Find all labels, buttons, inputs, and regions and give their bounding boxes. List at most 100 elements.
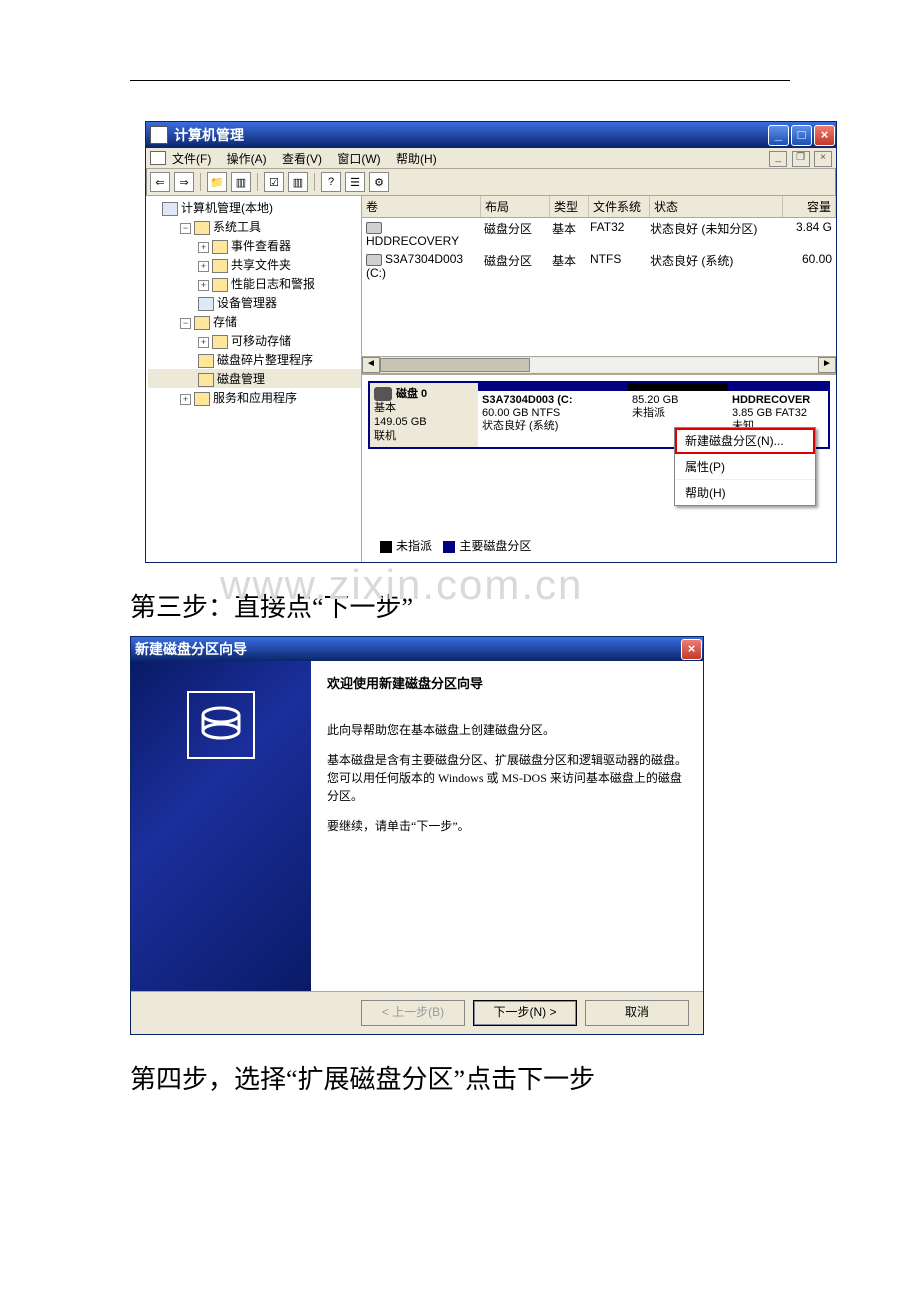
menu-properties[interactable]: 属性(P) [675,454,815,480]
col-status[interactable]: 状态 [650,196,783,217]
table-row[interactable]: HDDRECOVERY 磁盘分区 基本 FAT32 状态良好 (未知分区) 3.… [362,218,836,250]
tree-systools[interactable]: 系统工具 [213,220,261,234]
tree-perf[interactable]: 性能日志和警报 [231,277,315,291]
collapse-icon[interactable]: − [180,318,191,329]
cell-fs: NTFS [586,251,646,281]
tree-services[interactable]: 服务和应用程序 [213,391,297,405]
p2-status: 未指派 [632,407,665,419]
cell-layout: 磁盘分区 [480,219,548,249]
maximize-button[interactable]: □ [791,125,812,146]
p3-fs: 3.85 GB FAT32 [732,407,807,419]
p3-name: HDDRECOVER [732,394,810,406]
list-icon[interactable]: ☰ [345,172,365,192]
tree-root[interactable]: 计算机管理(本地) [181,201,273,215]
wizard-close-button[interactable]: × [681,639,702,660]
cell-vol: HDDRECOVERY [366,234,459,248]
wizard-p1: 此向导帮助您在基本磁盘上创建磁盘分区。 [327,721,687,739]
legend-primary: 主要磁盘分区 [459,539,531,553]
tree-diskmgmt[interactable]: 磁盘管理 [217,372,265,386]
disk-kind: 基本 [374,402,396,414]
expand-icon[interactable]: + [198,242,209,253]
menu-view[interactable]: 查看(V) [282,152,322,166]
disk-icon [374,387,392,401]
wizard-title: 新建磁盘分区向导 [135,639,247,659]
scroll-thumb[interactable] [380,358,530,372]
tree-pane[interactable]: 计算机管理(本地) − 系统工具 + 事件查看器 + 共享文件夹 + 性能日志和警报 设… [146,196,362,562]
volume-icon [366,222,382,234]
tree-eventviewer[interactable]: 事件查看器 [231,239,291,253]
cell-fs: FAT32 [586,219,646,249]
removable-icon [212,335,228,349]
mdi-menubar: 文件(F) 操作(A) 查看(V) 窗口(W) 帮助(H) _ ❐ × [146,148,836,169]
col-fs[interactable]: 文件系统 [589,196,650,217]
collapse-icon[interactable]: − [180,223,191,234]
mdi-restore-button[interactable]: ❐ [792,151,810,167]
wizard-titlebar[interactable]: 新建磁盘分区向导 × [131,637,703,661]
show-hide-tree-icon[interactable]: ▥ [231,172,251,192]
cell-status: 状态良好 (未知分区) [646,219,784,249]
mdi-min-button[interactable]: _ [769,151,787,167]
up-folder-icon[interactable]: 📁 [207,172,227,192]
perf-icon [212,278,228,292]
services-icon [194,392,210,406]
refresh-icon[interactable]: ▥ [288,172,308,192]
expand-icon[interactable]: + [198,337,209,348]
properties-icon[interactable]: ☑ [264,172,284,192]
event-icon [212,240,228,254]
tree-devmgr[interactable]: 设备管理器 [217,296,277,310]
defrag-icon [198,354,214,368]
col-type[interactable]: 类型 [550,196,589,217]
expand-icon[interactable]: + [180,394,191,405]
help-icon[interactable]: ? [321,172,341,192]
settings-icon[interactable]: ⚙ [369,172,389,192]
context-menu: 新建磁盘分区(N)... 属性(P) 帮助(H) [674,427,816,506]
tree-shared[interactable]: 共享文件夹 [231,258,291,272]
right-pane: 卷 布局 类型 文件系统 状态 容量 HDDRECOVERY 磁盘分区 基本 F… [362,196,836,562]
menu-new-partition[interactable]: 新建磁盘分区(N)... [675,428,815,454]
volume-icon [366,254,382,266]
col-layout[interactable]: 布局 [481,196,550,217]
wizard-cancel-button[interactable]: 取消 [585,1000,689,1026]
app-icon [150,126,168,144]
wizard-p2: 基本磁盘是含有主要磁盘分区、扩展磁盘分区和逻辑驱动器的磁盘。您可以用任何版本的 … [327,751,687,805]
mdi-close-button[interactable]: × [814,151,832,167]
scroll-left-icon[interactable]: ◄ [362,357,380,373]
table-row[interactable]: S3A7304D003 (C:) 磁盘分区 基本 NTFS 状态良好 (系统) … [362,250,836,282]
col-capacity[interactable]: 容量 [783,196,836,217]
titlebar[interactable]: 计算机管理 _ □ × [146,122,836,148]
expand-icon[interactable]: + [198,261,209,272]
wizard-next-button[interactable]: 下一步(N) > [473,1000,577,1026]
menu-help[interactable]: 帮助(H) [396,152,437,166]
menu-action[interactable]: 操作(A) [227,152,267,166]
minimize-button[interactable]: _ [768,125,789,146]
h-scrollbar[interactable]: ◄ ► [362,356,836,373]
wizard-back-button: < 上一步(B) [361,1000,465,1026]
tree-removable[interactable]: 可移动存储 [231,334,291,348]
tree-storage[interactable]: 存储 [213,315,237,329]
cell-type: 基本 [548,219,586,249]
expand-icon[interactable]: + [198,280,209,291]
disk-map: 磁盘 0 基本 149.05 GB 联机 S3A7304D003 (C: 60.… [362,373,836,562]
computer-icon [162,202,178,216]
disk-label: 磁盘 0 [396,388,427,400]
volume-list-body: HDDRECOVERY 磁盘分区 基本 FAT32 状态良好 (未知分区) 3.… [362,218,836,282]
disk-info[interactable]: 磁盘 0 基本 149.05 GB 联机 [370,383,478,447]
menu-file[interactable]: 文件(F) [172,152,211,166]
volume-list-header: 卷 布局 类型 文件系统 状态 容量 [362,196,836,218]
mdi-controls: _ ❐ × [768,149,832,167]
forward-icon[interactable]: ⇒ [174,172,194,192]
menu-help[interactable]: 帮助(H) [675,480,815,505]
devmgr-icon [198,297,214,311]
col-volume[interactable]: 卷 [362,196,481,217]
partition-c[interactable]: S3A7304D003 (C: 60.00 GB NTFS 状态良好 (系统) [478,383,628,447]
legend-unalloc: 未指派 [396,539,432,553]
close-button[interactable]: × [814,125,835,146]
menus: 文件(F) 操作(A) 查看(V) 窗口(W) 帮助(H) [172,150,449,167]
diskmgmt-icon [198,373,214,387]
scroll-right-icon[interactable]: ► [818,357,836,373]
tree-defrag[interactable]: 磁盘碎片整理程序 [217,353,313,367]
back-icon[interactable]: ⇐ [150,172,170,192]
mdi-app-icon [150,151,166,165]
p2-size: 85.20 GB [632,394,678,406]
menu-window[interactable]: 窗口(W) [337,152,380,166]
